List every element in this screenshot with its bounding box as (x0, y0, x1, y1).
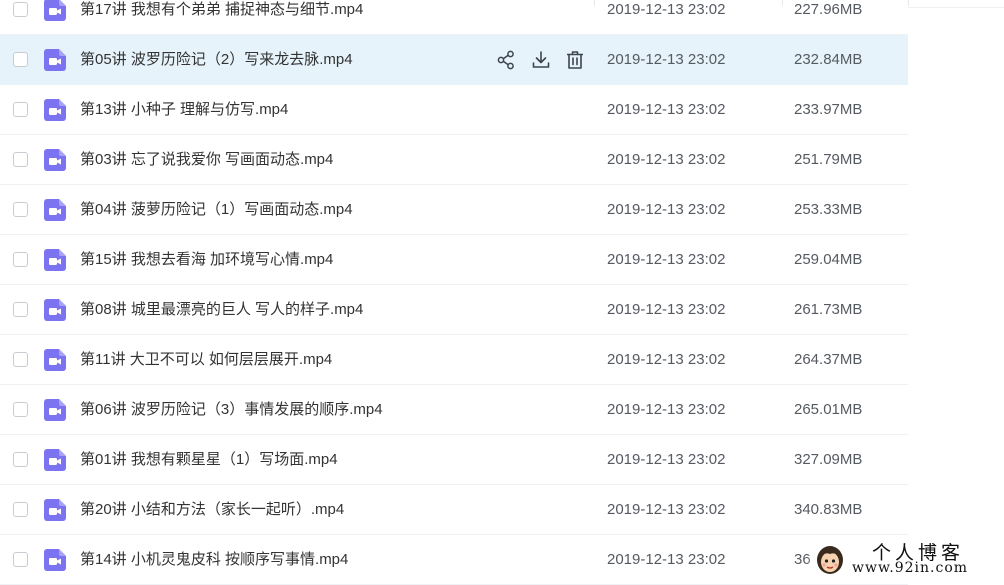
video-file-icon (44, 299, 66, 321)
delete-button[interactable] (564, 49, 586, 71)
file-row[interactable]: 第17讲 我想有个弟弟 捕捉神态与细节.mp4 2019-12-13 23:02 2… (0, 0, 1004, 35)
file-row[interactable]: 第20讲 小结和方法（家长一起听）.mp4 2019-12-13 23:02 340… (0, 485, 908, 535)
file-name[interactable]: 第11讲 大卫不可以 如何层层展开.mp4 (80, 335, 332, 385)
row-checkbox[interactable] (13, 102, 28, 117)
share-button[interactable] (496, 49, 518, 71)
row-checkbox[interactable] (13, 352, 28, 367)
video-file-icon (44, 399, 66, 421)
delete-icon (567, 51, 583, 69)
file-size: 259.04MB (794, 251, 863, 268)
video-file-icon (44, 349, 66, 371)
file-date: 2019-12-13 23:02 (607, 251, 726, 268)
row-checkbox[interactable] (13, 402, 28, 417)
column-divider (782, 0, 783, 6)
file-name[interactable]: 第01讲 我想有颗星星（1）写场面.mp4 (80, 435, 338, 485)
video-file-icon (44, 249, 66, 271)
file-row[interactable]: 第11讲 大卫不可以 如何层层展开.mp4 2019-12-13 23:02 264… (0, 335, 908, 385)
row-checkbox[interactable] (13, 152, 28, 167)
file-name[interactable]: 第03讲 忘了说我爱你 写画面动态.mp4 (80, 135, 333, 185)
row-actions (496, 49, 586, 71)
file-row[interactable]: 第13讲 小种子 理解与仿写.mp4 2019-12-13 23:02 233.97… (0, 85, 908, 135)
file-size: 340.83MB (794, 501, 863, 518)
row-checkbox[interactable] (13, 552, 28, 567)
file-row[interactable]: 第06讲 波罗历险记（3）事情发展的顺序.mp4 2019-12-13 23:02… (0, 385, 908, 435)
file-size: 261.73MB (794, 301, 863, 318)
file-date: 2019-12-13 23:02 (607, 301, 726, 318)
file-row[interactable]: 第05讲 波罗历险记（2）写来龙去脉.mp4 2019-12-13 23:02 23… (0, 35, 908, 85)
file-date: 2019-12-13 23:02 (607, 101, 726, 118)
download-button[interactable] (530, 49, 552, 71)
row-checkbox[interactable] (13, 52, 28, 67)
row-checkbox[interactable] (13, 302, 28, 317)
file-name[interactable]: 第04讲 菠萝历险记（1）写画面动态.mp4 (80, 185, 353, 235)
file-row[interactable]: 第04讲 菠萝历险记（1）写画面动态.mp4 2019-12-13 23:02 25… (0, 185, 908, 235)
file-size: 253.33MB (794, 201, 863, 218)
file-name[interactable]: 第08讲 城里最漂亮的巨人 写人的样子.mp4 (80, 285, 363, 335)
video-file-icon (44, 49, 66, 71)
column-divider (594, 0, 595, 6)
video-file-icon (44, 449, 66, 471)
file-name[interactable]: 第13讲 小种子 理解与仿写.mp4 (80, 85, 288, 135)
file-date: 2019-12-13 23:02 (607, 501, 726, 518)
site-watermark: 个人博客 www.92in.com (808, 536, 1004, 581)
file-list: 第17讲 我想有个弟弟 捕捉神态与细节.mp4 2019-12-13 23:02 2… (0, 0, 1004, 585)
file-size: 265.01MB (794, 401, 863, 418)
watermark-url: www.92in.com (852, 560, 969, 576)
row-checkbox[interactable] (13, 252, 28, 267)
file-date: 2019-12-13 23:02 (607, 51, 726, 68)
file-size: 232.84MB (794, 51, 863, 68)
file-date: 2019-12-13 23:02 (607, 151, 726, 168)
file-date: 2019-12-13 23:02 (607, 451, 726, 468)
column-divider (908, 0, 909, 6)
row-checkbox[interactable] (13, 502, 28, 517)
download-icon (532, 51, 550, 68)
file-name[interactable]: 第06讲 波罗历险记（3）事情发展的顺序.mp4 (80, 385, 383, 435)
file-name[interactable]: 第15讲 我想去看海 加环境写心情.mp4 (80, 235, 333, 285)
file-date: 2019-12-13 23:02 (607, 201, 726, 218)
file-date: 2019-12-13 23:02 (607, 401, 726, 418)
file-name[interactable]: 第05讲 波罗历险记（2）写来龙去脉.mp4 (80, 35, 353, 85)
video-file-icon (44, 149, 66, 171)
video-file-icon (44, 199, 66, 221)
file-date: 2019-12-13 23:02 (607, 551, 726, 568)
file-name[interactable]: 第17讲 我想有个弟弟 捕捉神态与细节.mp4 (80, 0, 363, 35)
row-checkbox[interactable] (13, 2, 28, 17)
file-row[interactable]: 第03讲 忘了说我爱你 写画面动态.mp4 2019-12-13 23:02 251… (0, 135, 908, 185)
row-checkbox[interactable] (13, 202, 28, 217)
file-name[interactable]: 第20讲 小结和方法（家长一起听）.mp4 (80, 485, 344, 535)
file-size: 264.37MB (794, 351, 863, 368)
file-date: 2019-12-13 23:02 (607, 1, 726, 18)
file-row[interactable]: 第15讲 我想去看海 加环境写心情.mp4 2019-12-13 23:02 259… (0, 235, 908, 285)
cartoon-avatar-icon (817, 546, 843, 574)
file-name[interactable]: 第14讲 小机灵鬼皮科 按顺序写事情.mp4 (80, 535, 348, 585)
video-file-icon (44, 499, 66, 521)
video-file-icon (44, 99, 66, 121)
file-size: 233.97MB (794, 101, 863, 118)
file-row[interactable]: 第08讲 城里最漂亮的巨人 写人的样子.mp4 2019-12-13 23:02 2… (0, 285, 908, 335)
video-file-icon (44, 549, 66, 571)
file-size: 327.09MB (794, 451, 863, 468)
file-date: 2019-12-13 23:02 (607, 351, 726, 368)
share-icon (497, 50, 514, 70)
file-size: 227.96MB (794, 1, 863, 18)
file-row[interactable]: 第14讲 小机灵鬼皮科 按顺序写事情.mp4 2019-12-13 23:02 36 (0, 535, 908, 585)
video-file-icon (44, 0, 66, 21)
row-checkbox[interactable] (13, 452, 28, 467)
file-row[interactable]: 第01讲 我想有颗星星（1）写场面.mp4 2019-12-13 23:02 327… (0, 435, 908, 485)
file-size: 251.79MB (794, 151, 863, 168)
